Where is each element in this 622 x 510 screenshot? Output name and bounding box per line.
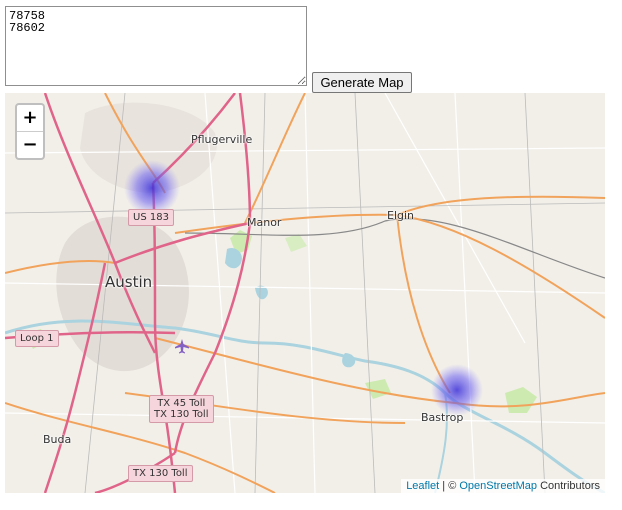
zoom-out-button[interactable]: − (17, 132, 43, 158)
zip-code-input[interactable] (5, 6, 307, 86)
zoom-control: + − (15, 103, 45, 160)
heat-spot-78602 (431, 364, 483, 416)
place-label-buda: Buda (43, 433, 72, 446)
place-label-elgin: Elgin (387, 209, 415, 222)
shield-us-183: US 183 (128, 209, 174, 226)
place-label-manor: Manor (247, 216, 282, 229)
shield-tx-45-130-toll: TX 45 Toll TX 130 Toll (149, 395, 214, 423)
shield-tx-45-line: TX 45 Toll (157, 398, 206, 409)
place-label-bastrop: Bastrop (421, 411, 464, 424)
shield-loop-1: Loop 1 (15, 330, 59, 347)
map-view[interactable]: + − Pflugerville Manor Elgin Austin Buda… (5, 93, 605, 493)
leaflet-link[interactable]: Leaflet (406, 480, 439, 492)
shield-tx-130-toll: TX 130 Toll (128, 465, 193, 482)
heat-spot-78758 (124, 160, 180, 216)
map-tiles (5, 93, 605, 493)
map-attribution: Leaflet | © OpenStreetMap Contributors (401, 479, 605, 493)
openstreetmap-link[interactable]: OpenStreetMap (459, 480, 537, 492)
attribution-separator: | © (439, 480, 460, 492)
place-label-pflugerville: Pflugerville (191, 133, 253, 146)
generate-map-button[interactable]: Generate Map (312, 72, 412, 93)
place-label-austin: Austin (105, 273, 153, 291)
zoom-in-button[interactable]: + (17, 105, 43, 132)
attribution-suffix: Contributors (537, 480, 600, 492)
shield-tx-130-line: TX 130 Toll (154, 409, 209, 420)
airplane-icon (175, 339, 189, 354)
